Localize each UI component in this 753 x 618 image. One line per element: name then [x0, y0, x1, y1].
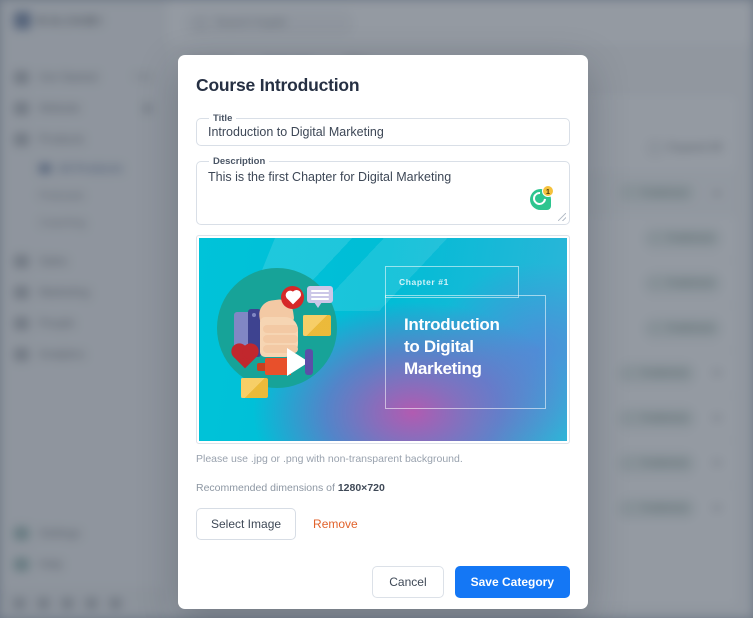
title-field-wrapper: Title Introduction to Digital Marketing: [196, 113, 570, 146]
heart-badge-icon: [281, 286, 304, 309]
illustration-circle: [217, 268, 337, 398]
image-format-hint: Please use .jpg or .png with non-transpa…: [196, 453, 463, 465]
chapter-label: Chapter #1: [399, 277, 449, 287]
envelope-icon: [241, 378, 268, 398]
course-introduction-modal: Course Introduction Title Introduction t…: [178, 55, 588, 609]
description-label: Description: [213, 156, 266, 167]
support-chat-widget[interactable]: 1: [530, 185, 554, 210]
cover-title-box: Introduction to Digital Marketing: [385, 295, 546, 409]
recommended-value: 1280×720: [337, 482, 385, 494]
speech-bubble-icon: [307, 286, 333, 308]
finger-shape: [263, 335, 298, 343]
textarea-resize-handle[interactable]: [558, 213, 566, 221]
modal-body: Course Introduction Title Introduction t…: [178, 55, 588, 540]
chat-unread-badge: 1: [542, 185, 554, 197]
chapter-label-box: Chapter #1: [385, 266, 519, 298]
image-preview-box[interactable]: Chapter #1 Introduction to Digital Marke…: [196, 235, 570, 444]
recommended-prefix: Recommended dimensions of: [196, 482, 338, 494]
cancel-button[interactable]: Cancel: [372, 566, 444, 598]
recommended-dimensions-text: Recommended dimensions of 1280×720: [196, 482, 570, 494]
description-input[interactable]: This is the first Chapter for Digital Ma…: [206, 167, 560, 195]
image-actions: Select Image Remove: [196, 508, 570, 540]
heart-icon: [231, 344, 258, 369]
description-fieldset: Description This is the first Chapter fo…: [196, 156, 570, 225]
modal-footer: Cancel Save Category: [178, 555, 588, 609]
description-field-wrapper: Description This is the first Chapter fo…: [196, 156, 570, 225]
finger-shape: [263, 325, 298, 333]
course-cover-image: Chapter #1 Introduction to Digital Marke…: [199, 238, 567, 441]
cover-title-line-3: Marketing: [404, 358, 482, 378]
title-label: Title: [213, 113, 233, 124]
cover-title-line-2: to Digital: [404, 336, 474, 356]
save-category-button[interactable]: Save Category: [454, 566, 570, 598]
title-input[interactable]: Introduction to Digital Marketing: [206, 124, 560, 141]
cover-title-line-1: Introduction: [404, 315, 500, 334]
title-fieldset: Title Introduction to Digital Marketing: [196, 113, 570, 146]
select-image-button[interactable]: Select Image: [196, 508, 297, 540]
modal-title: Course Introduction: [196, 75, 360, 95]
megaphone-cap: [305, 349, 313, 375]
envelope-icon: [303, 315, 331, 336]
cover-title: Introduction to Digital Marketing: [404, 314, 545, 379]
remove-image-button[interactable]: Remove: [313, 517, 358, 531]
